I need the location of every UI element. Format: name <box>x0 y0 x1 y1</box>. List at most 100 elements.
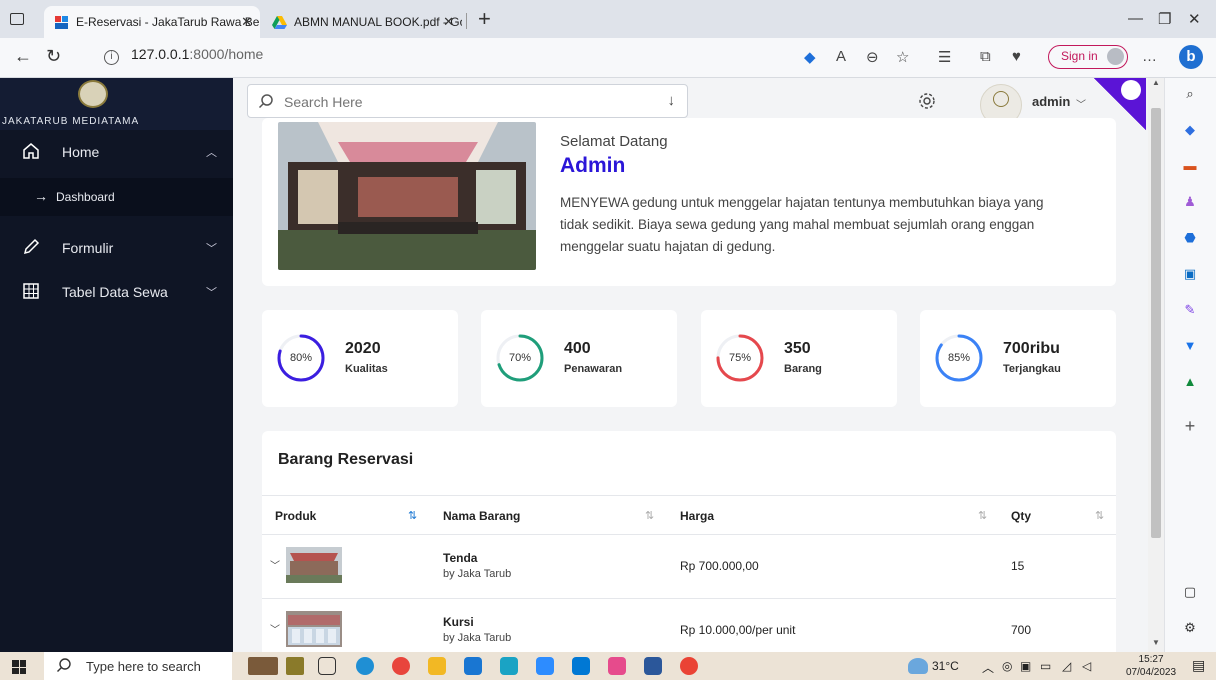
user-name[interactable]: admin <box>1032 94 1070 109</box>
chrome-icon[interactable] <box>392 657 410 675</box>
squirrel-widget-icon[interactable] <box>248 657 278 675</box>
download-icon[interactable]: ↓ <box>668 92 676 109</box>
github-icon <box>1121 80 1141 100</box>
refresh-icon[interactable]: ↻ <box>46 46 61 67</box>
favorite-star-icon[interactable]: ☆ <box>896 48 909 66</box>
restore-icon[interactable]: ❐ <box>1158 10 1171 28</box>
app-pink-icon[interactable] <box>608 657 626 675</box>
tab-title: E-Reservasi - JakaTarub Rawa Ber <box>76 15 260 29</box>
search-input[interactable] <box>284 91 654 113</box>
sidebar-toggle-icon[interactable]: ▢ <box>1182 584 1198 600</box>
tools-icon[interactable]: ▬ <box>1182 158 1198 174</box>
chrome-profile-icon[interactable] <box>680 657 698 675</box>
tab-actions-icon[interactable] <box>10 13 24 25</box>
column-header-qty[interactable]: Qty <box>1011 509 1031 523</box>
page-scrollbar[interactable]: ▲ ▼ <box>1148 78 1164 652</box>
new-tab-icon[interactable]: + <box>478 6 491 32</box>
app-l-icon[interactable] <box>500 657 518 675</box>
notifications-icon[interactable]: ▤ <box>1192 657 1205 674</box>
bing-chat-icon[interactable]: b <box>1179 45 1203 69</box>
window-close-icon[interactable]: ✕ <box>1188 10 1201 28</box>
edge-browser-icon[interactable] <box>356 657 374 675</box>
weather-icon[interactable] <box>908 658 928 674</box>
sort-icon[interactable]: ⇅ <box>645 509 654 522</box>
collections-icon[interactable]: ⧉ <box>980 48 991 65</box>
taskbar-search[interactable]: Type here to search <box>44 652 232 680</box>
browser-tab-bar: E-Reservasi - JakaTarub Rawa Ber ✕ ABMN … <box>0 0 1216 38</box>
read-aloud-icon[interactable]: A <box>836 48 846 65</box>
stat-value: 400 <box>564 340 591 357</box>
back-icon[interactable]: ← <box>14 46 32 67</box>
column-header-harga[interactable]: Harga <box>680 509 714 523</box>
sort-icon[interactable]: ⇅ <box>1095 509 1104 522</box>
app-sidebar: JAKATARUB MEDIATAMA Home ︿ → Dashboard F… <box>0 78 233 652</box>
browser-essentials-icon[interactable]: ♥ <box>1012 48 1021 65</box>
plant-widget-icon[interactable] <box>286 657 304 675</box>
close-tab-icon[interactable]: ✕ <box>241 6 252 38</box>
volume-icon[interactable]: ◁ <box>1082 659 1091 673</box>
favorites-list-icon[interactable]: ☰ <box>938 48 951 66</box>
search-icon <box>57 658 71 672</box>
clock-date: 07/04/2023 <box>1126 667 1177 678</box>
sort-icon[interactable]: ⇅ <box>978 509 987 522</box>
zoom-icon[interactable]: ⊖ <box>866 48 879 66</box>
shopping-icon[interactable]: ◆ <box>1182 122 1198 138</box>
sidebar-item-dashboard[interactable]: → Dashboard <box>0 178 233 216</box>
network-icon[interactable]: ◿ <box>1062 659 1071 673</box>
site-info-icon[interactable]: i <box>104 50 119 65</box>
games-icon[interactable]: ♟ <box>1182 194 1198 210</box>
word-icon[interactable] <box>644 657 662 675</box>
scroll-up-icon[interactable]: ▲ <box>1152 78 1160 87</box>
zoom-app-icon[interactable] <box>536 657 554 675</box>
vscode-icon[interactable] <box>572 657 590 675</box>
column-header-produk[interactable]: Produk <box>275 509 316 523</box>
outlook-icon[interactable]: ▣ <box>1182 266 1198 282</box>
tab-e-reservasi[interactable]: E-Reservasi - JakaTarub Rawa Ber ✕ <box>44 6 260 38</box>
column-header-nama-barang[interactable]: Nama Barang <box>443 509 520 523</box>
brand-logo[interactable]: JAKATARUB MEDIATAMA <box>0 78 233 130</box>
expand-row-icon[interactable]: ﹀ <box>270 621 280 636</box>
scrollbar-thumb[interactable] <box>1151 108 1161 538</box>
minimize-icon[interactable]: — <box>1128 10 1143 27</box>
meet-now-icon[interactable]: ◎ <box>1002 659 1012 673</box>
temperature[interactable]: 31°C <box>932 659 959 673</box>
search-icon[interactable]: ⌕ <box>1182 86 1198 102</box>
edge-sidebar: ⌕ ◆ ▬ ♟ ⬣ ▣ ✎ ▼ ▲ + ▢ ⚙ <box>1164 78 1216 652</box>
display-icon[interactable]: ▣ <box>1020 659 1031 673</box>
add-icon[interactable]: + <box>1182 417 1198 435</box>
drop-icon[interactable]: ▼ <box>1182 338 1198 354</box>
stat-caption: Kualitas <box>345 363 388 375</box>
product-price: Rp 10.000,00/per unit <box>680 623 796 637</box>
show-hidden-icons-icon[interactable]: ︿ <box>982 659 994 676</box>
more-menu-icon[interactable]: … <box>1142 48 1157 65</box>
close-tab-icon[interactable]: ✕ <box>443 6 454 38</box>
sign-in-button[interactable]: Sign in <box>1048 45 1128 69</box>
expand-row-icon[interactable]: ﹀ <box>270 557 280 572</box>
url-field[interactable]: i 127.0.0.1:8000/home <box>104 46 263 65</box>
tree-icon[interactable]: ▲ <box>1182 374 1198 390</box>
settings-icon[interactable]: ⚙ <box>1182 620 1198 636</box>
table-row[interactable]: ﹀ Tenda by Jaka Tarub Rp 700.000,00 15 <box>262 535 1116 599</box>
sidebar-item-formulir[interactable]: Formulir ﹀ <box>0 230 233 270</box>
microsoft-365-icon[interactable]: ⬣ <box>1182 230 1198 246</box>
stat-percent: 80% <box>289 352 313 364</box>
task-view-icon[interactable] <box>318 657 336 675</box>
file-explorer-icon[interactable] <box>428 657 446 675</box>
shopping-tag-icon[interactable]: ◆ <box>804 48 816 66</box>
sort-icon[interactable]: ⇅ <box>408 509 417 522</box>
windows-start-icon[interactable] <box>12 660 26 674</box>
scroll-down-icon[interactable]: ▼ <box>1152 638 1160 647</box>
sidebar-item-home[interactable]: Home ︿ <box>0 134 233 174</box>
system-clock[interactable]: 15:27 07/04/2023 <box>1126 653 1176 679</box>
avatar-emblem-icon <box>993 91 1009 107</box>
tab-manual-book[interactable]: ABMN MANUAL BOOK.pdf - Goo ✕ <box>262 6 462 38</box>
battery-icon[interactable]: ▭ <box>1040 659 1051 673</box>
product-name: Tenda <box>443 551 478 565</box>
table-header: Produk ⇅ Nama Barang ⇅ Harga ⇅ Qty ⇅ <box>262 495 1116 535</box>
product-thumbnail-kursi <box>286 611 342 647</box>
chevron-down-icon[interactable]: ﹀ <box>1076 96 1086 111</box>
designer-icon[interactable]: ✎ <box>1182 302 1198 318</box>
settings-gear-icon[interactable] <box>918 92 936 110</box>
sidebar-item-tabel-data-sewa[interactable]: Tabel Data Sewa ﹀ <box>0 274 233 314</box>
mail-icon[interactable] <box>464 657 482 675</box>
